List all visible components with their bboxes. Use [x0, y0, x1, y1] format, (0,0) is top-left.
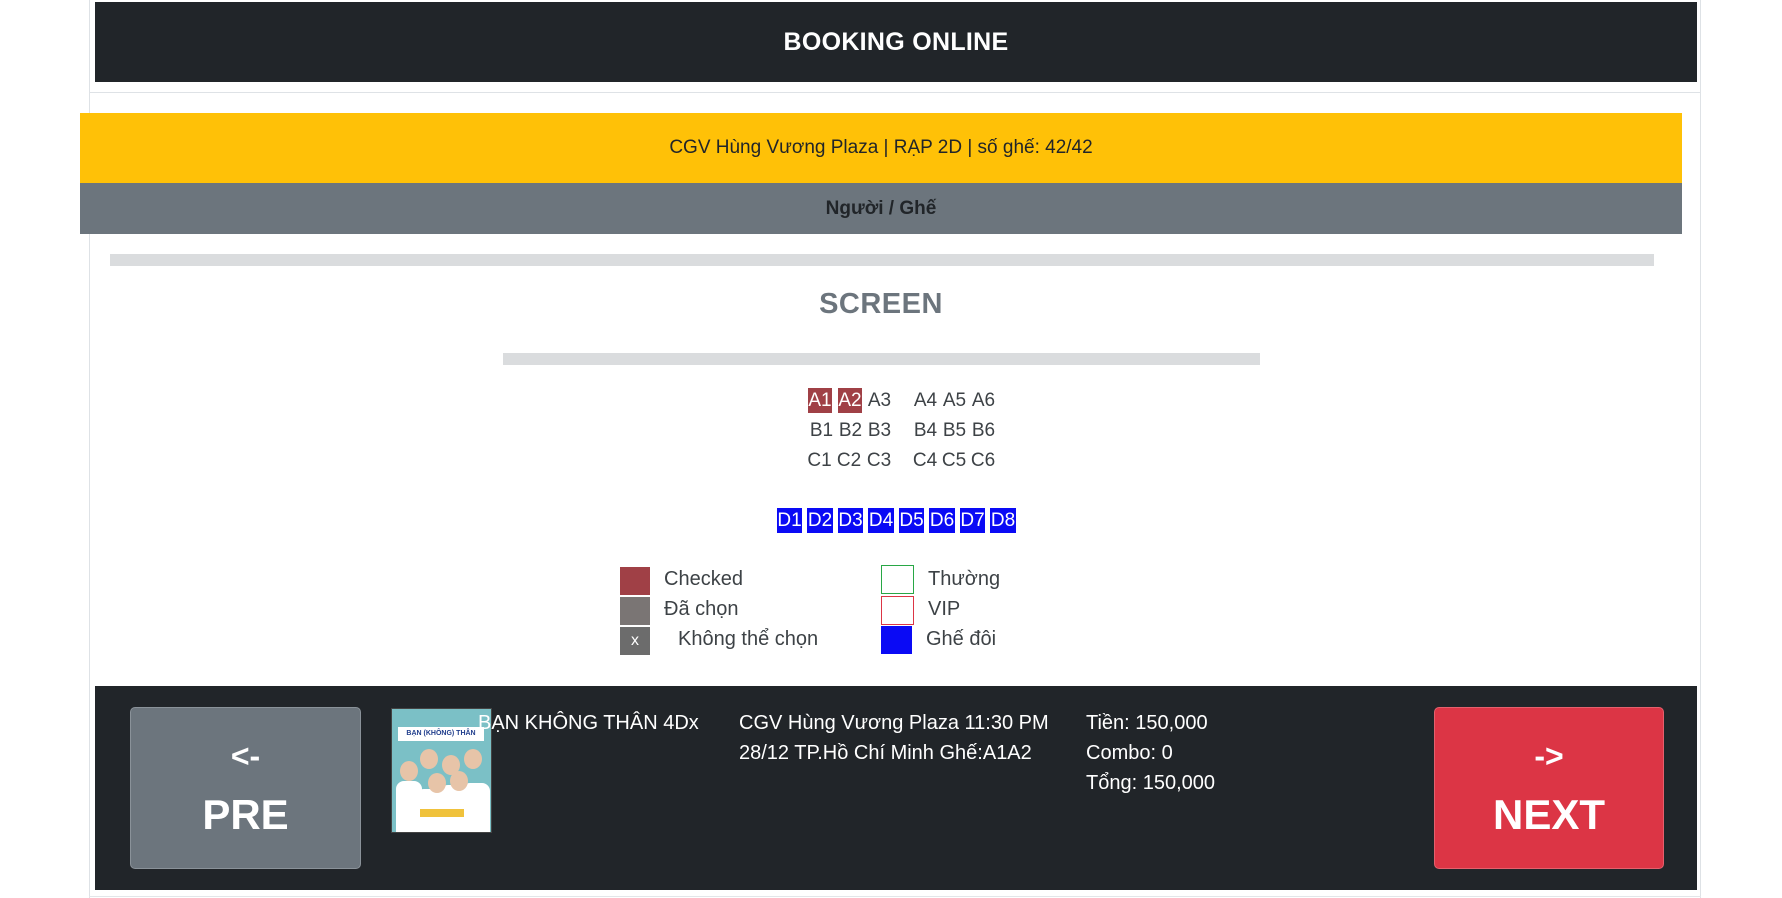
- legend-vip-swatch: [881, 596, 914, 625]
- poster-title: BẠN (KHÔNG) THÂN: [398, 727, 484, 741]
- seat-type-header-text: Người / Ghế: [825, 197, 937, 219]
- double-seat[interactable]: D6: [929, 508, 955, 533]
- pre-button-label: PRE: [202, 791, 289, 838]
- legend-selected-swatch: [620, 597, 650, 625]
- cinema-info-bar: CGV Hùng Vương Plaza | RẠP 2D | số ghế: …: [80, 113, 1682, 183]
- screen-top-bar: [110, 254, 1654, 266]
- legend-double-label: Ghế đôi: [926, 628, 997, 650]
- screen-bar: [503, 353, 1260, 365]
- legend-normal-label: Thường: [928, 568, 1001, 590]
- seat[interactable]: B1: [808, 418, 835, 443]
- seat[interactable]: A5: [941, 388, 968, 413]
- seat[interactable]: A2: [838, 388, 862, 413]
- legend-checked-swatch: [620, 567, 650, 595]
- showtime-line-1: CGV Hùng Vương Plaza 11:30 PM: [739, 712, 1049, 734]
- seat[interactable]: C1: [806, 448, 833, 473]
- seat[interactable]: A1: [808, 388, 832, 413]
- legend-selected-label: Đã chọn: [664, 598, 739, 620]
- seat[interactable]: A6: [970, 388, 997, 413]
- card-bottom-border: [89, 896, 1701, 897]
- double-seat[interactable]: D1: [777, 508, 802, 533]
- seat[interactable]: C4: [911, 448, 939, 473]
- cinema-info-text: CGV Hùng Vương Plaza | RẠP 2D | số ghế: …: [669, 137, 1093, 158]
- seat[interactable]: B5: [941, 418, 968, 443]
- double-seat[interactable]: D2: [807, 508, 833, 533]
- seat[interactable]: C2: [835, 448, 863, 473]
- double-seat[interactable]: D5: [899, 508, 924, 533]
- seat[interactable]: A4: [912, 388, 939, 413]
- double-seat[interactable]: D8: [990, 508, 1016, 533]
- legend-unavailable-label: Không thể chọn: [678, 628, 819, 650]
- seat[interactable]: A3: [866, 388, 893, 413]
- legend-vip-label: VIP: [928, 598, 961, 620]
- next-button[interactable]: -> NEXT: [1434, 707, 1664, 869]
- seat[interactable]: C5: [940, 448, 968, 473]
- page-title: BOOKING ONLINE: [783, 27, 1009, 56]
- seat-type-header: Người / Ghế: [80, 183, 1682, 234]
- seat[interactable]: B2: [837, 418, 864, 443]
- total-text: Tổng: 150,000: [1086, 772, 1215, 794]
- seat[interactable]: B3: [866, 418, 893, 443]
- page-header: BOOKING ONLINE: [95, 2, 1697, 82]
- seat[interactable]: B6: [970, 418, 997, 443]
- pre-button[interactable]: <- PRE: [130, 707, 361, 869]
- forward-arrow-icon: ->: [1534, 738, 1564, 774]
- legend-double-swatch: [881, 626, 912, 654]
- next-button-label: NEXT: [1492, 791, 1605, 838]
- back-arrow-icon: <-: [230, 738, 261, 774]
- seat[interactable]: C3: [865, 448, 893, 473]
- price-text: Tiền: 150,000: [1086, 712, 1208, 734]
- movie-poster: BẠN (KHÔNG) THÂN: [391, 708, 492, 833]
- screen-label: SCREEN: [819, 288, 943, 320]
- divider: [89, 92, 1701, 93]
- combo-text: Combo: 0: [1086, 742, 1173, 764]
- seat[interactable]: B4: [912, 418, 939, 443]
- double-seat[interactable]: D4: [868, 508, 894, 533]
- double-seat[interactable]: D7: [960, 508, 985, 533]
- legend-unavailable-swatch: x: [620, 627, 650, 655]
- legend-checked-label: Checked: [664, 568, 743, 590]
- legend-normal-swatch: [881, 565, 914, 594]
- double-seat[interactable]: D3: [838, 508, 863, 533]
- showtime-line-2: 28/12 TP.Hồ Chí Minh Ghế:A1A2: [739, 742, 1032, 764]
- seat[interactable]: C6: [969, 448, 997, 473]
- movie-title: BẠN KHÔNG THÂN 4Dx: [478, 712, 699, 734]
